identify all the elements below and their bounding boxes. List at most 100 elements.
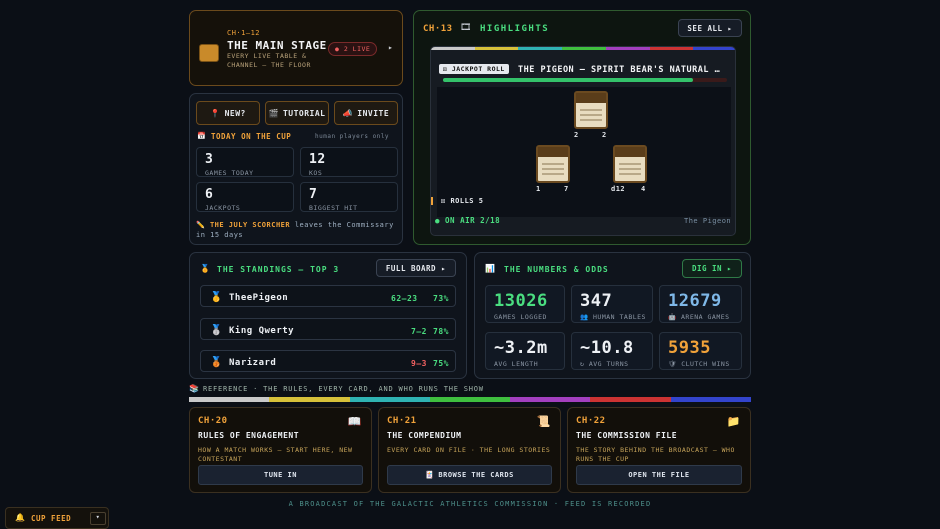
chapter-sub: EVERY CARD ON FILE · THE LONG STORIES [387,446,551,454]
stat-label: GAMES TODAY [205,169,254,177]
num-label-wrap: 🤖 ARENA GAMES [668,313,730,321]
rainbow-stripe [431,47,735,50]
chapter-sub: THE STORY BEHIND THE BROADCAST — WHO RUN… [576,446,735,463]
chapter-sub: HOW A MATCH WORKS — START HERE, NEW CONT… [198,446,353,463]
player-pct: 75% [433,359,449,368]
card-top-left-val: 2 [574,131,579,139]
chapter-number: CH·21 [387,416,417,426]
num-label: HUMAN TABLES [593,313,646,321]
rolls-indicator: ⚄ ROLLS 5 [431,197,483,205]
standings-heading: THE STANDINGS — TOP 3 [217,265,340,274]
card-bottom-right [613,145,647,183]
card-top [574,91,608,129]
card-top-right-val: 2 [602,131,607,139]
player-record: 62–23 [391,294,418,303]
clapper-icon: 🎬 [268,108,279,118]
chapter-number: CH·22 [576,416,606,426]
card-br-right-val: 4 [641,185,646,193]
standing-row[interactable]: 🥉 Narizard 9–3 75% [200,350,456,372]
bell-icon: 🔔 [15,513,26,522]
highlight-headline: THE PIGEON — SPIRIT BEAR'S NATURAL … [518,65,721,75]
highlights-heading: HIGHLIGHTS [480,24,550,34]
stage-arrow-icon[interactable]: ▸ [388,43,393,52]
num-value: 5935 [668,338,711,358]
broadcast-screen[interactable]: ⚄ JACKPOT ROLL THE PIGEON — SPIRIT BEAR'… [430,46,736,236]
num-value: ~3.2m [494,338,548,358]
medal-icon: 🥇 [210,292,223,303]
num-label: CLUTCH WINS [681,360,730,368]
chapter-title: THE COMMISSION FILE [576,431,678,440]
num-avg-turns: ~10.8 ↻ AVG TURNS [571,332,653,370]
player-name: TheePigeon [229,293,289,303]
numbers-panel: 📊 THE NUMBERS & ODDS DIG IN ▸ 13026 GAME… [474,252,751,379]
cup-feed-widget[interactable]: 🔔 CUP FEED ▾ [5,507,109,529]
chapter-number: CH·20 [198,416,228,426]
cycle-icon: ↻ [580,360,585,368]
browse-cards-button[interactable]: 🃏 BROWSE THE CARDS [387,465,552,485]
num-avg-length: ~3.2m AVG LENGTH [485,332,565,370]
stat-games-today: 3 GAMES TODAY [196,147,294,177]
jackpot-tag: ⚄ JACKPOT ROLL [439,64,509,74]
stat-kos: 12 KOS [300,147,398,177]
today-panel: 📍 NEW? 🎬 TUTORIAL 📣 INVITE 📅 TODAY ON TH… [189,93,403,245]
num-clutch-wins: 5935 🛡 CLUTCH WINS [659,332,742,370]
main-stage-panel[interactable]: CH·1–12 THE MAIN STAGE EVERY LIVE TABLE … [189,10,403,86]
card-bl-left-val: 1 [536,185,541,193]
invite-button[interactable]: 📣 INVITE [334,101,398,125]
on-air-label: ● ON AIR 2/18 [435,216,501,225]
chart-icon: 📊 [485,264,496,273]
tune-in-button[interactable]: TUNE IN [198,465,363,485]
standing-row[interactable]: 🥇 TheePigeon 62–23 73% [200,285,456,307]
scorcher-note[interactable]: ✏️ THE JULY SCORCHER leaves the Commissa… [196,220,400,240]
player-name: Narizard [229,358,277,368]
cta-label: OPEN THE FILE [628,471,690,479]
chapter-card-commission[interactable]: CH·22 📁 THE COMMISSION FILE THE STORY BE… [567,407,751,493]
live-badge[interactable]: ● 2 LIVE [328,42,378,56]
tutorial-button[interactable]: 🎬 TUTORIAL [265,101,329,125]
stage-subtitle: EVERY LIVE TABLE & CHANNEL — THE FLOOR [227,52,311,69]
stat-jackpots: 6 JACKPOTS [196,182,294,212]
progress-bar [443,78,727,82]
standing-row[interactable]: 🥈 King Qwerty 7–2 78% [200,318,456,340]
num-human-tables: 347 👥 HUMAN TABLES [571,285,653,323]
card-bottom-left [536,145,570,183]
chapter-card-compendium[interactable]: CH·21 📜 THE COMPENDIUM EVERY CARD ON FIL… [378,407,561,493]
shield-icon: 🛡 [668,360,677,368]
calendar-icon: 📅 [197,132,207,140]
scorcher-text: leaves the Commissary [294,221,394,229]
stage-title: THE MAIN STAGE [227,39,327,52]
new-button[interactable]: 📍 NEW? [196,101,260,125]
jackpot-tag-label: JACKPOT ROLL [451,65,505,73]
card-br-left-val: d12 [611,185,626,193]
chapter-card-rules[interactable]: CH·20 📖 RULES OF ENGAGEMENT HOW A MATCH … [189,407,372,493]
stat-label: KOS [309,169,323,177]
highlight-player[interactable]: The Pigeon [684,217,731,225]
pencil-icon: ✏️ [196,221,206,229]
new-label: NEW? [224,108,246,118]
stat-biggest-hit: 7 BIGGEST HIT [300,182,398,212]
stage-icon [199,44,219,62]
card-bl-right-val: 7 [564,185,569,193]
player-name: King Qwerty [229,326,295,336]
see-all-button[interactable]: SEE ALL ▸ [678,19,742,37]
footer-text: A BROADCAST OF THE GALACTIC ATHLETICS CO… [288,500,652,508]
medal-icon: 🥈 [210,325,223,336]
reference-stripe [189,397,751,402]
stat-label: JACKPOTS [205,204,241,212]
dig-in-button[interactable]: DIG IN ▸ [682,259,742,278]
open-file-button[interactable]: OPEN THE FILE [576,465,742,485]
full-board-button[interactable]: FULL BOARD ▸ [376,259,456,277]
stat-value: 6 [205,187,214,202]
num-arena-games: 12679 🤖 ARENA GAMES [659,285,742,323]
num-value: 12679 [668,291,722,311]
reference-icon: 📚 [189,384,200,393]
robot-icon: 🤖 [668,313,677,321]
stat-value: 3 [205,152,214,167]
standings-panel: 🏅 THE STANDINGS — TOP 3 FULL BOARD ▸ 🥇 T… [189,252,467,379]
player-record: 7–2 [411,327,427,336]
num-label: GAMES LOGGED [494,313,547,321]
chapter-title: RULES OF ENGAGEMENT [198,431,300,440]
highlights-chapter: CH·13 [423,24,453,34]
feed-toggle-icon[interactable]: ▾ [90,512,106,525]
cup-feed-label: CUP FEED [31,514,72,523]
